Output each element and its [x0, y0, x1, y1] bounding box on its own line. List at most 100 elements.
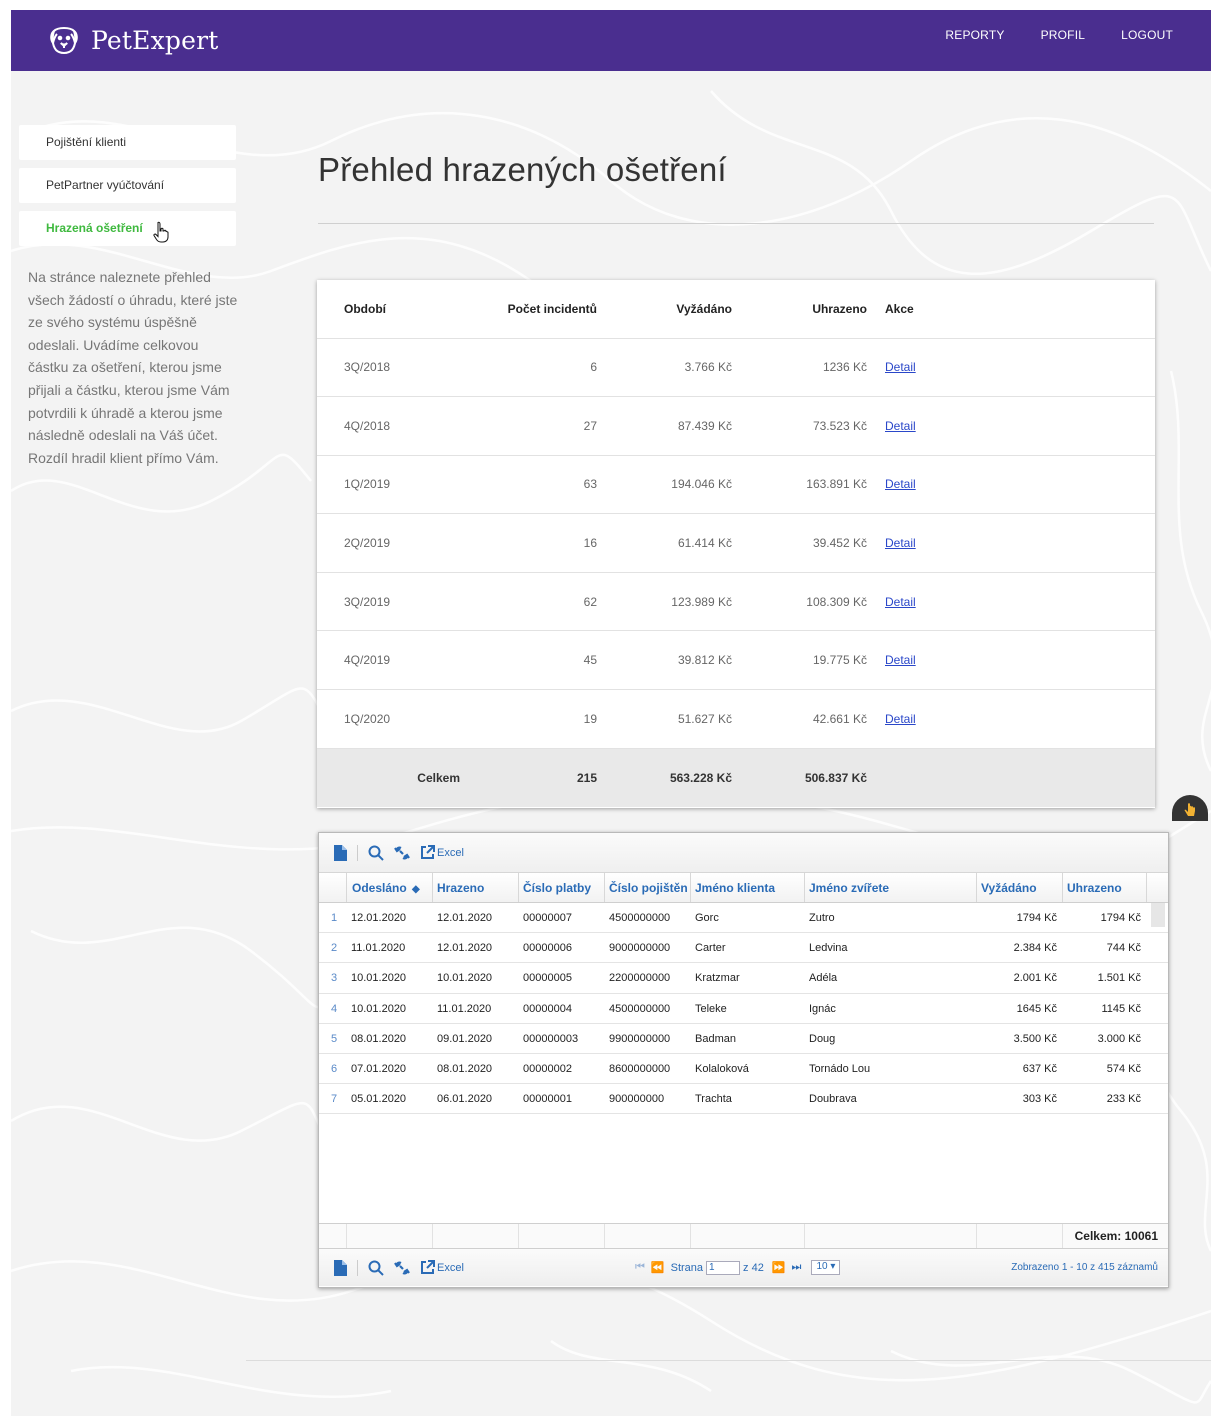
table-row[interactable]: 5 08.01.2020 09.01.2020 000000003 9900000000…	[319, 1024, 1168, 1054]
cell-vyzadano: 2.001 Kč	[1013, 972, 1057, 985]
cell-action: Detail	[867, 513, 1155, 573]
cell-hrazeno: 06.01.2020	[437, 1093, 493, 1106]
col-header-hrazeno[interactable]: Hrazeno	[433, 873, 519, 902]
payments-grid: Excel Odesláno ◆ Hrazeno Číslo platby Čí…	[318, 832, 1169, 1288]
page-size-select[interactable]: 10 ▾	[811, 1260, 841, 1275]
table-row[interactable]: 6 07.01.2020 08.01.2020 00000002 8600000000 K…	[319, 1054, 1168, 1085]
cell-cislo-pojisteni: 8600000000	[609, 1062, 671, 1075]
col-header-cislo-pojisteni[interactable]: Číslo pojištěn	[605, 873, 691, 902]
sidebar: Pojištění klienti PetPartner vyúčtování …	[19, 125, 236, 254]
page-count-label: z 42	[743, 1261, 764, 1274]
cell-jmeno-klienta: Trachta	[695, 1093, 732, 1106]
table-row[interactable]: 2 11.01.2020 12.01.2020 00000006 9000000000 C…	[319, 933, 1168, 964]
cell-jmeno-klienta: Teleke	[695, 1002, 727, 1015]
table-row[interactable]: 7 05.01.2020 06.01.2020 00000001 900000000 Tr…	[319, 1084, 1168, 1115]
cell-paid: 108.309 Kč	[732, 572, 867, 632]
sidebar-description: Na stránce naleznete přehled všech žádos…	[28, 269, 238, 466]
refresh-button[interactable]	[394, 845, 410, 861]
cell-uhrazeno: 744 Kč	[1106, 942, 1141, 955]
col-header-cislo-platby[interactable]: Číslo platby	[519, 873, 605, 902]
cell-period: 1Q/2020	[317, 689, 460, 749]
cell-odeslano: 10.01.2020	[351, 1002, 407, 1015]
search-icon	[368, 1260, 384, 1276]
sidebar-item-petpartner-vyuctovani[interactable]: PetPartner vyúčtování	[19, 168, 236, 203]
col-header-jmeno-zvirete[interactable]: Jméno zvířete	[805, 873, 977, 902]
search-button[interactable]	[368, 845, 384, 861]
new-document-button-bottom[interactable]	[333, 1259, 347, 1276]
cell-vyzadano: 2.384 Kč	[1013, 942, 1057, 955]
grid-footer-row: Celkem: 10061	[319, 1223, 1168, 1249]
cell-hrazeno: 12.01.2020	[437, 912, 493, 924]
new-document-button[interactable]	[333, 844, 347, 861]
col-header-akce: Akce	[867, 280, 1155, 339]
excel-export-button-bottom[interactable]: Excel	[420, 1260, 464, 1275]
cell-paid: 73.523 Kč	[732, 396, 867, 456]
col-header-uhrazeno[interactable]: Uhrazeno	[1063, 873, 1147, 902]
col-header-odeslano[interactable]: Odesláno ◆	[347, 873, 433, 902]
table-row[interactable]: 4 10.01.2020 11.01.2020 00000004 4500000000 T…	[319, 994, 1168, 1024]
nav-logout[interactable]: LOGOUT	[1121, 28, 1173, 42]
external-link-icon	[421, 1260, 435, 1274]
cell-paid: 1236 Kč	[732, 338, 867, 398]
last-page-icon[interactable]: ⏭	[792, 1261, 802, 1274]
cell-action: Detail	[867, 572, 1155, 632]
search-button-bottom[interactable]	[368, 1260, 384, 1276]
cell-action: Detail	[867, 630, 1155, 691]
cell-uhrazeno: 574 Kč	[1106, 1062, 1141, 1075]
prev-page-icon[interactable]: ⏪	[651, 1261, 665, 1274]
detail-link[interactable]: Detail	[885, 653, 916, 667]
sidebar-item-hrazena-osetreni[interactable]: Hrazená ošetření	[19, 211, 236, 246]
next-page-icon[interactable]: ⏩	[772, 1261, 786, 1274]
cell-cislo-platby: 000000003	[523, 1032, 579, 1045]
footer-divider	[246, 1360, 1211, 1361]
grid-body: 1 12.01.2020 12.01.2020 00000007 4500000000 G…	[319, 903, 1168, 1223]
sort-icon: ◆	[412, 884, 420, 895]
cell-count: 6	[460, 338, 597, 398]
nav-profil[interactable]: PROFIL	[1041, 28, 1086, 42]
cell-cislo-platby: 00000001	[523, 1093, 572, 1106]
table-row[interactable]: 3 10.01.2020 10.01.2020 00000005 2200000000 K…	[319, 963, 1168, 994]
page-number-input[interactable]	[706, 1260, 741, 1275]
grid-scrollbar[interactable]	[1151, 903, 1165, 927]
nav-reporty[interactable]: REPORTY	[945, 28, 1004, 42]
cell-hrazeno: 11.01.2020	[437, 1002, 492, 1015]
detail-link[interactable]: Detail	[885, 477, 916, 491]
cell-period: 3Q/2019	[317, 572, 460, 632]
cell-cislo-pojisteni: 9900000000	[609, 1032, 671, 1045]
cell-requested: 123.989 Kč	[597, 572, 732, 632]
detail-link[interactable]: Detail	[885, 536, 916, 550]
hand-cursor-icon	[153, 221, 169, 243]
cell-odeslano: 10.01.2020	[351, 972, 407, 985]
cell-count: 45	[460, 630, 597, 691]
detail-link[interactable]: Detail	[885, 712, 916, 726]
detail-link[interactable]: Detail	[885, 595, 916, 609]
cell-odeslano: 08.01.2020	[351, 1032, 407, 1045]
brand-logo[interactable]: PetExpert	[47, 20, 218, 60]
cell-jmeno-klienta: Kratzmar	[695, 972, 740, 985]
detail-link[interactable]: Detail	[885, 360, 916, 374]
table-row: 1Q/2020 19 51.627 Kč 42.661 Kč Detail	[317, 689, 1155, 749]
row-number: 7	[331, 1093, 338, 1106]
sidebar-item-label: PetPartner vyúčtování	[46, 178, 165, 192]
cell-period: 3Q/2018	[317, 338, 460, 398]
detail-link[interactable]: Detail	[885, 419, 916, 433]
refresh-icon	[394, 1261, 410, 1274]
refresh-button-bottom[interactable]	[394, 1260, 410, 1276]
table-row[interactable]: 1 12.01.2020 12.01.2020 00000007 4500000000 G…	[319, 903, 1168, 934]
cell-cislo-platby: 00000005	[523, 972, 572, 985]
col-header-jmeno-klienta[interactable]: Jméno klienta	[691, 873, 805, 902]
cell-count: 19	[460, 689, 597, 749]
cell-period: 2Q/2019	[317, 513, 460, 573]
cell-paid: 163.891 Kč	[732, 455, 867, 515]
pagination-controls: ⏮ ⏪ Strana z 42 ⏩ ⏭ 10 ▾	[635, 1260, 841, 1275]
sidebar-item-pojisteni-klienti[interactable]: Pojištění klienti	[19, 125, 236, 160]
cell-cislo-pojisteni: 900000000	[609, 1093, 665, 1106]
cell-cislo-platby: 00000004	[523, 1002, 572, 1015]
cell-vyzadano: 637 Kč	[1022, 1062, 1057, 1075]
grid-header-row: Odesláno ◆ Hrazeno Číslo platby Číslo po…	[319, 873, 1168, 903]
col-header-vyzadano[interactable]: Vyžádáno	[977, 873, 1063, 902]
row-number: 5	[331, 1032, 338, 1045]
first-page-icon[interactable]: ⏮	[635, 1261, 645, 1274]
excel-export-button[interactable]: Excel	[420, 845, 464, 860]
total-count: 215	[460, 748, 597, 808]
